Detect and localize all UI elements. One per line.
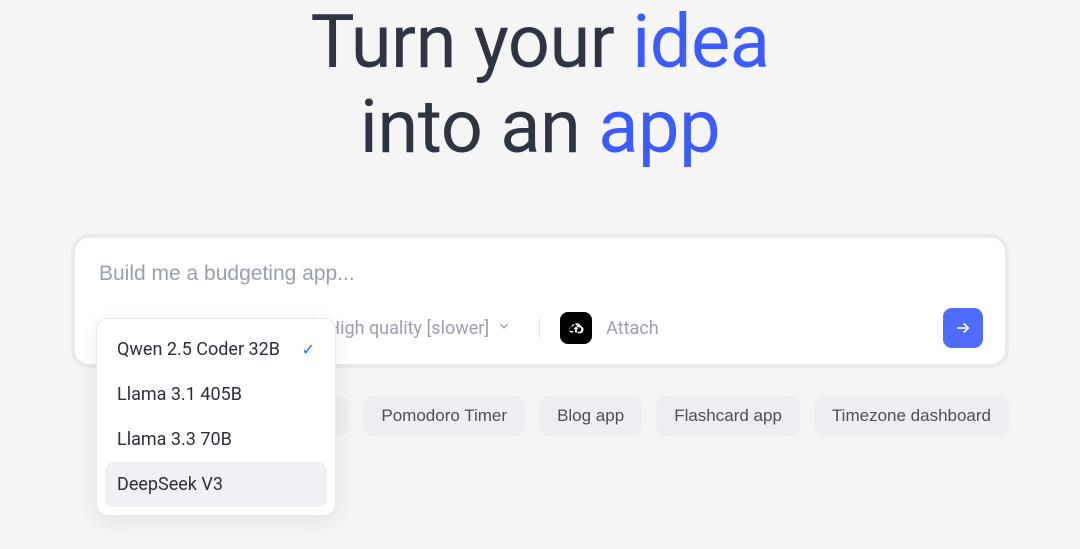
cloud-upload-icon xyxy=(560,312,592,344)
arrow-right-icon xyxy=(954,319,972,337)
quality-selector[interactable]: High quality [slower] xyxy=(327,318,525,339)
model-option[interactable]: DeepSeek V3 xyxy=(105,462,327,507)
divider xyxy=(539,317,540,339)
hero-line1-accent: idea xyxy=(632,0,769,86)
model-option[interactable]: Llama 3.1 405B xyxy=(105,372,327,417)
hero-line2-text: into an xyxy=(360,84,598,171)
check-icon: ✓ xyxy=(302,340,315,359)
suggestion-chip[interactable]: Timezone dashboard xyxy=(814,396,1009,436)
attach-button[interactable]: Attach xyxy=(560,312,659,344)
model-option-label: DeepSeek V3 xyxy=(117,474,223,495)
suggestion-chip[interactable]: Pomodoro Timer xyxy=(363,396,525,436)
submit-button[interactable] xyxy=(943,308,983,348)
prompt-input[interactable] xyxy=(97,260,983,308)
model-dropdown: Qwen 2.5 Coder 32B ✓ Llama 3.1 405B Llama 3… xyxy=(96,318,336,516)
model-option-label: Llama 3.3 70B xyxy=(117,429,232,450)
chevron-down-icon xyxy=(497,319,511,337)
hero-title: Turn your idea into an app xyxy=(0,0,1080,170)
model-option[interactable]: Qwen 2.5 Coder 32B ✓ xyxy=(105,327,327,372)
model-option-label: Qwen 2.5 Coder 32B xyxy=(117,339,280,360)
quality-label: High quality [slower] xyxy=(327,318,489,339)
hero-line2-accent: app xyxy=(598,84,720,171)
model-option-label: Llama 3.1 405B xyxy=(117,384,242,405)
hero-heading: Turn your idea into an app xyxy=(0,0,1080,170)
suggestion-chip[interactable]: Blog app xyxy=(539,396,642,436)
attach-label: Attach xyxy=(606,318,659,339)
hero-line1-text: Turn your xyxy=(311,0,633,86)
suggestion-chip[interactable]: Flashcard app xyxy=(656,396,800,436)
model-option[interactable]: Llama 3.3 70B xyxy=(105,417,327,462)
